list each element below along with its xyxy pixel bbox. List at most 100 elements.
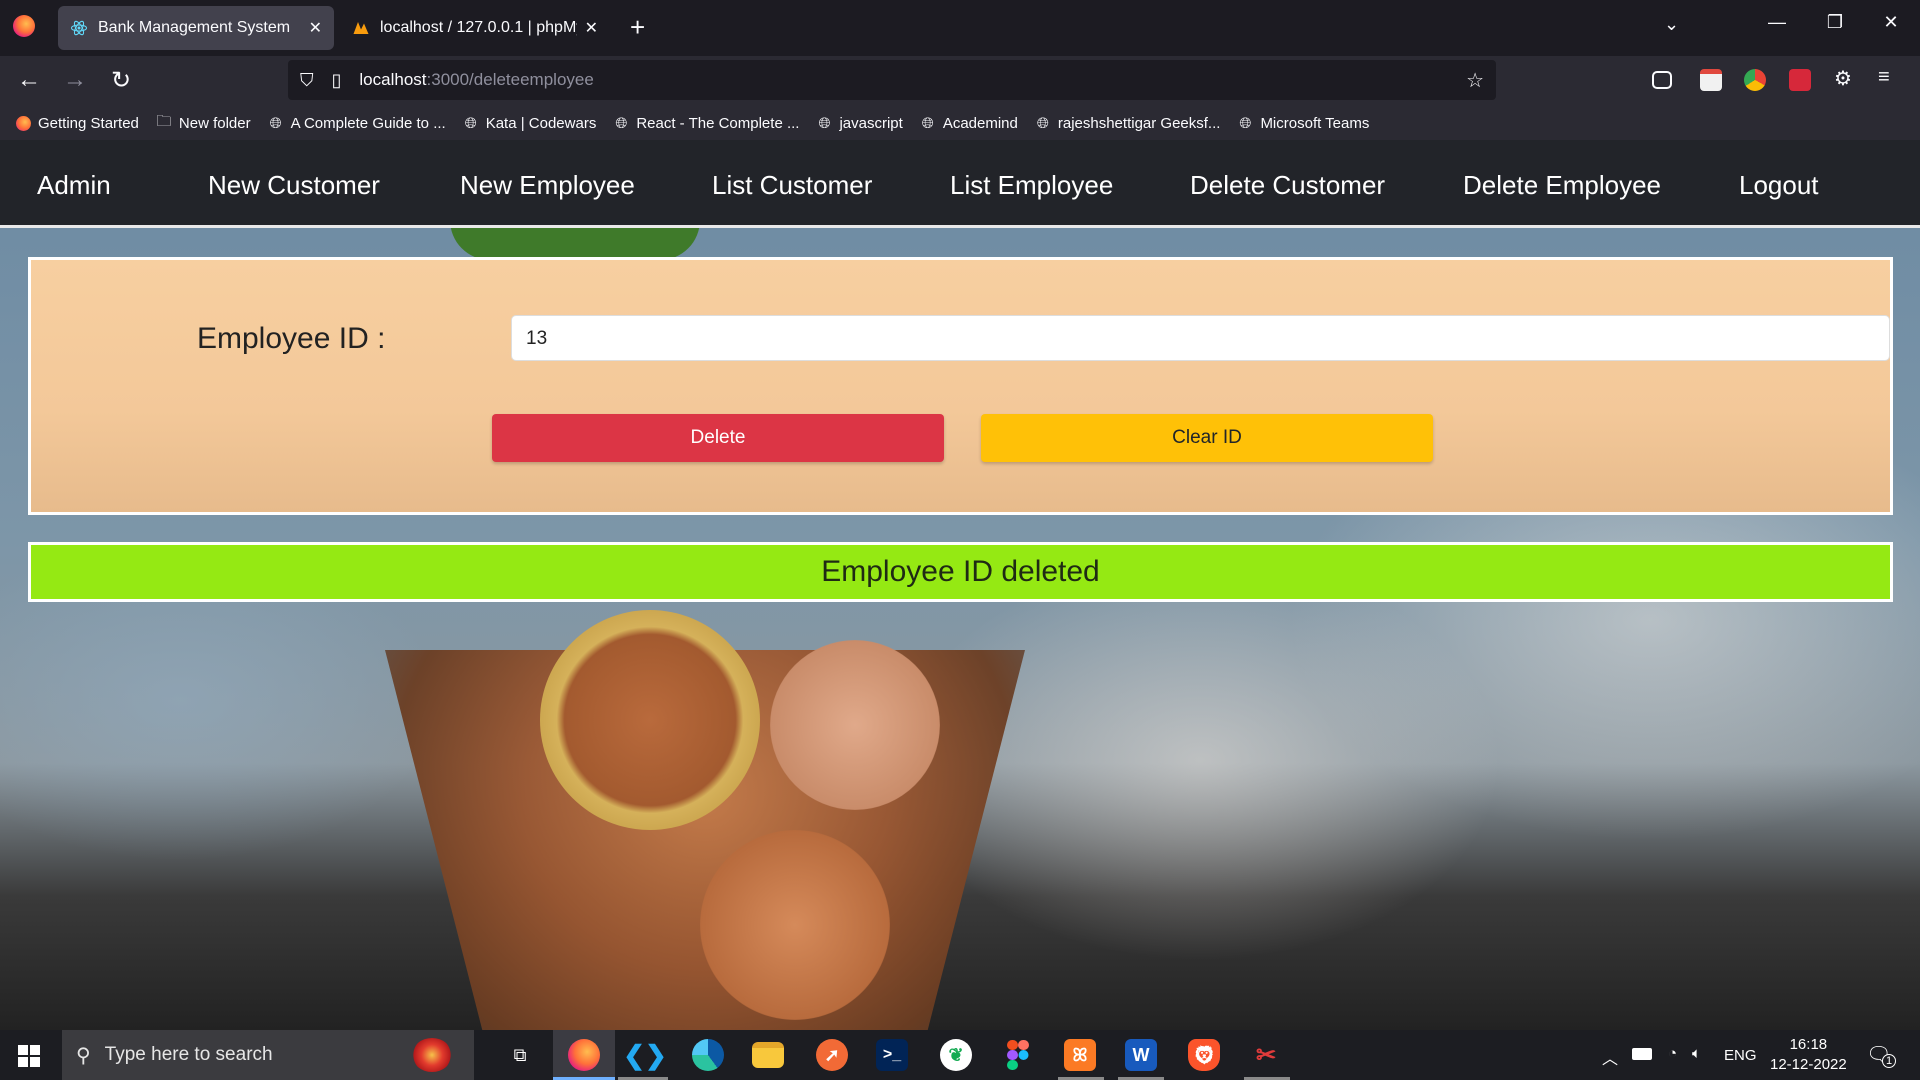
task-view-icon[interactable]: ⧉ xyxy=(504,1039,536,1071)
search-icon: ⚲ xyxy=(76,1044,91,1067)
bookmark-react-complete[interactable]: 🌐︎ React - The Complete ... xyxy=(612,114,799,132)
url-path: :3000/deleteemployee xyxy=(426,70,594,89)
react-icon xyxy=(70,20,88,36)
firefox-icon xyxy=(14,114,32,132)
forward-arrow-icon[interactable]: → xyxy=(60,66,90,94)
url-text[interactable]: localhost:3000/deleteemployee xyxy=(359,70,593,90)
page-content: Admin New Customer New Employee List Cus… xyxy=(0,140,1920,1030)
bookmark-microsoft-teams[interactable]: 🌐︎ Microsoft Teams xyxy=(1236,114,1369,132)
bookmark-label: A Complete Guide to ... xyxy=(290,114,446,132)
postman-icon[interactable]: ➚ xyxy=(816,1039,848,1071)
word-icon[interactable]: W xyxy=(1125,1039,1157,1071)
calendar-extension-icon[interactable] xyxy=(1700,69,1722,91)
nav-list-employee[interactable]: List Employee xyxy=(950,170,1113,201)
bookmark-label: Kata | Codewars xyxy=(485,114,597,132)
bookmark-getting-started[interactable]: Getting Started xyxy=(14,114,139,132)
volume-icon[interactable]: 🔈︎ xyxy=(1692,1045,1701,1062)
globe-icon: 🌐︎ xyxy=(921,114,934,132)
firefox-taskbar-icon[interactable] xyxy=(568,1039,600,1071)
firefox-menu-icon[interactable] xyxy=(13,15,35,37)
browser-tab-bar: Bank Management System ✕ localhost / 127… xyxy=(0,0,1920,56)
shield-icon[interactable]: ⛉ xyxy=(300,70,314,91)
close-icon[interactable]: ✕ xyxy=(585,18,598,38)
bookmark-star-icon[interactable]: ☆ xyxy=(1466,68,1484,93)
bookmarks-bar: Getting Started 🗀 New folder 🌐︎ A Comple… xyxy=(0,106,1920,140)
browser-navigation-bar: ← → ↻ ⛉ ▯ localhost:3000/deleteemployee … xyxy=(0,56,1920,106)
poinsettia-icon xyxy=(412,1038,452,1072)
chrome-extension-icon[interactable] xyxy=(1744,69,1766,91)
tab-title: localhost / 127.0.0.1 | phpMyAd xyxy=(380,19,577,36)
tab-title: Bank Management System xyxy=(98,19,291,36)
url-host: localhost xyxy=(359,70,427,89)
close-icon[interactable]: ✕ xyxy=(309,18,322,38)
globe-icon: 🌐︎ xyxy=(464,114,477,132)
employee-id-label: Employee ID : xyxy=(197,322,386,355)
figma-icon[interactable] xyxy=(1002,1039,1034,1071)
chevron-down-icon[interactable]: ⌄ xyxy=(1664,14,1679,35)
minimize-icon[interactable]: — xyxy=(1762,12,1792,33)
bookmark-label: Microsoft Teams xyxy=(1260,114,1370,132)
edge-icon[interactable] xyxy=(692,1039,724,1071)
windows-start-icon[interactable] xyxy=(18,1045,40,1067)
clock-time: 16:18 xyxy=(1789,1036,1828,1053)
globe-icon: 🌐︎ xyxy=(1239,114,1252,132)
pocket-icon[interactable] xyxy=(1652,71,1672,89)
reload-icon[interactable]: ↻ xyxy=(106,66,136,95)
nav-delete-employee[interactable]: Delete Employee xyxy=(1463,170,1661,201)
search-placeholder: Type here to search xyxy=(104,1044,273,1065)
wifi-icon[interactable]: ◔ xyxy=(1668,1045,1677,1062)
tab-phpmyadmin[interactable]: localhost / 127.0.0.1 | phpMyAd ✕ xyxy=(340,6,610,50)
back-arrow-icon[interactable]: ← xyxy=(14,66,44,94)
delete-button[interactable]: Delete xyxy=(492,414,944,462)
react-devtools-extension-icon[interactable] xyxy=(1789,69,1811,91)
bookmark-complete-guide[interactable]: 🌐︎ A Complete Guide to ... xyxy=(267,114,446,132)
bookmark-codewars[interactable]: 🌐︎ Kata | Codewars xyxy=(462,114,597,132)
snipping-tool-icon[interactable]: ✂ xyxy=(1250,1039,1282,1071)
globe-icon: 🌐︎ xyxy=(818,114,831,132)
brave-icon[interactable]: 🦁︎ xyxy=(1188,1039,1220,1071)
extensions-gear-icon[interactable]: ⚙ xyxy=(1834,66,1856,90)
page-info-icon[interactable]: ▯ xyxy=(332,70,342,91)
restore-icon[interactable]: ❐ xyxy=(1820,12,1850,33)
globe-icon: 🌐︎ xyxy=(269,114,282,132)
hamburger-menu-icon[interactable]: ≡ xyxy=(1878,66,1900,88)
nav-admin[interactable]: Admin xyxy=(37,170,111,201)
powershell-icon[interactable]: >_ xyxy=(876,1039,908,1071)
xampp-icon[interactable]: ꕤ xyxy=(1064,1039,1096,1071)
phpmyadmin-icon xyxy=(353,22,369,34)
mongodb-compass-icon[interactable]: ❦ xyxy=(940,1039,972,1071)
nav-logout[interactable]: Logout xyxy=(1739,170,1819,201)
taskbar-clock[interactable]: 16:18 12-12-2022 xyxy=(1770,1035,1847,1075)
bookmark-label: New folder xyxy=(178,114,251,132)
windows-taskbar: ⚲ Type here to search ⧉ ❮❯ ➚ >_ ❦ ꕤ W 🦁︎… xyxy=(0,1030,1920,1080)
bookmark-label: React - The Complete ... xyxy=(636,114,800,132)
address-bar[interactable]: ⛉ ▯ localhost:3000/deleteemployee ☆ xyxy=(288,60,1496,100)
employee-id-input[interactable]: 13 xyxy=(511,315,1890,361)
clear-id-button[interactable]: Clear ID xyxy=(981,414,1433,462)
bookmark-new-folder[interactable]: 🗀 New folder xyxy=(155,113,251,132)
language-indicator[interactable]: ENG xyxy=(1724,1047,1757,1064)
bookmark-academind[interactable]: 🌐︎ Academind xyxy=(919,114,1018,132)
bookmark-javascript[interactable]: 🌐︎ javascript xyxy=(815,114,902,132)
coin-image xyxy=(770,640,940,810)
app-navbar: Admin New Customer New Employee List Cus… xyxy=(0,140,1920,228)
delete-employee-form: Employee ID : 13 Delete Clear ID xyxy=(28,257,1893,515)
tab-bank-management[interactable]: Bank Management System ✕ xyxy=(58,6,334,50)
bookmark-geeksforgeeks[interactable]: 🌐︎ rajeshshettigar Geeksf... xyxy=(1034,114,1221,132)
file-explorer-icon[interactable] xyxy=(752,1042,784,1068)
bookmark-label: Getting Started xyxy=(38,114,139,132)
coin-image xyxy=(540,610,760,830)
globe-icon: 🌐︎ xyxy=(1036,114,1049,132)
nav-list-customer[interactable]: List Customer xyxy=(712,170,872,201)
nav-new-customer[interactable]: New Customer xyxy=(208,170,380,201)
new-tab-plus-icon[interactable]: + xyxy=(630,12,645,43)
nav-delete-customer[interactable]: Delete Customer xyxy=(1190,170,1385,201)
show-hidden-icons-chevron-icon[interactable]: ︿ xyxy=(1602,1045,1618,1069)
taskbar-search-box[interactable]: ⚲ Type here to search xyxy=(62,1030,474,1080)
battery-icon[interactable] xyxy=(1632,1048,1652,1060)
nav-new-employee[interactable]: New Employee xyxy=(460,170,635,201)
vscode-icon[interactable]: ❮❯ xyxy=(623,1039,667,1071)
bookmark-label: javascript xyxy=(839,114,903,132)
clock-date: 12-12-2022 xyxy=(1770,1056,1847,1073)
window-close-icon[interactable]: ✕ xyxy=(1876,12,1906,33)
